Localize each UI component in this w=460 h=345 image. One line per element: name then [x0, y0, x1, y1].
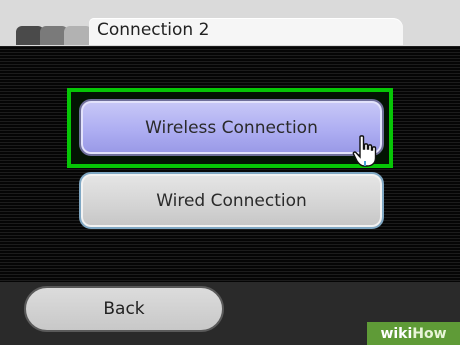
hand-pointer-icon — [351, 134, 383, 170]
back-button[interactable]: Back — [24, 286, 224, 332]
wired-connection-label: Wired Connection — [156, 190, 307, 211]
top-bar: Connection 2 — [0, 0, 460, 46]
back-button-label: Back — [103, 299, 145, 319]
wikihow-watermark: wiki How — [367, 322, 460, 345]
wired-connection-button[interactable]: Wired Connection — [79, 172, 384, 229]
wireless-connection-button[interactable]: Wireless Connection — [79, 99, 384, 156]
wireless-connection-label: Wireless Connection — [145, 117, 318, 138]
watermark-suffix: How — [412, 325, 447, 342]
page-title: Connection 2 — [97, 20, 210, 40]
watermark-prefix: wiki — [380, 325, 413, 342]
tab-stub-3 — [64, 26, 92, 45]
title-tab: Connection 2 — [89, 18, 403, 45]
